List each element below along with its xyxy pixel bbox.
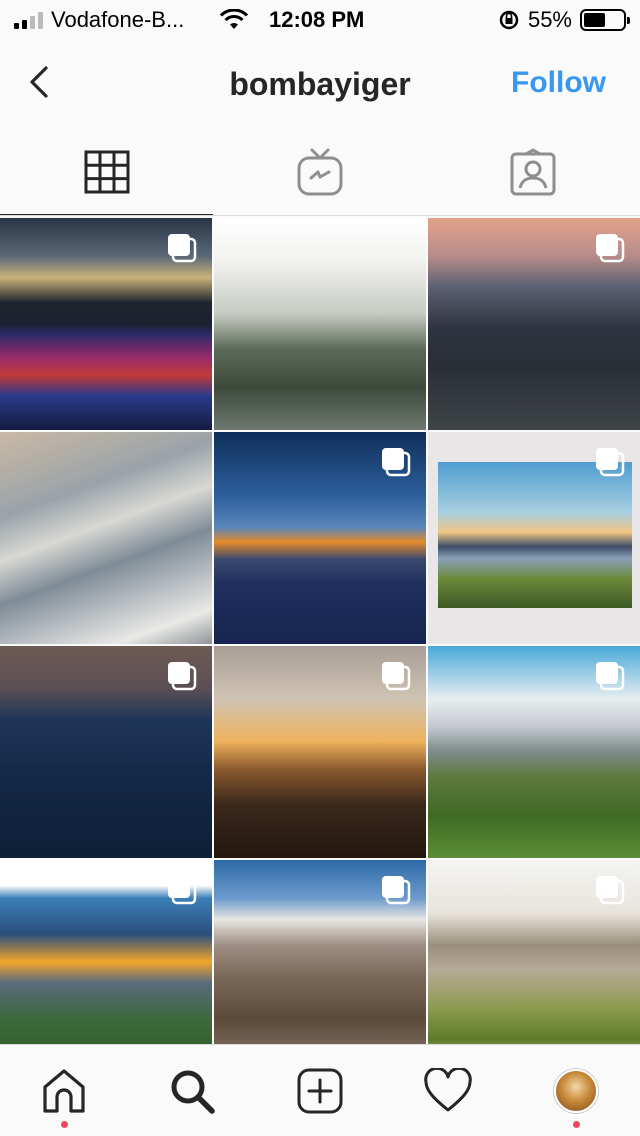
post-thumbnail[interactable] bbox=[214, 432, 426, 644]
multiple-photos-icon bbox=[596, 662, 625, 691]
tab-home[interactable] bbox=[0, 1045, 128, 1136]
post-grid bbox=[0, 218, 640, 1044]
orientation-lock-icon bbox=[499, 10, 519, 30]
profile-avatar bbox=[554, 1068, 598, 1113]
tab-profile[interactable] bbox=[512, 1045, 640, 1136]
post-thumbnail[interactable] bbox=[428, 646, 640, 858]
wifi-icon bbox=[219, 9, 249, 29]
tab-search[interactable] bbox=[128, 1045, 256, 1136]
tab-new-post[interactable] bbox=[256, 1045, 384, 1136]
multiple-photos-icon bbox=[168, 876, 197, 905]
post-thumbnail[interactable] bbox=[0, 646, 212, 858]
bottom-tab-bar bbox=[0, 1044, 640, 1136]
post-thumbnail[interactable] bbox=[0, 218, 212, 430]
grid-icon bbox=[84, 150, 130, 194]
multiple-photos-icon bbox=[596, 448, 625, 477]
post-thumbnail[interactable] bbox=[0, 860, 212, 1044]
multiple-photos-icon bbox=[596, 234, 625, 263]
back-icon[interactable] bbox=[24, 62, 54, 102]
profile-tabs bbox=[0, 128, 640, 216]
post-thumbnail[interactable] bbox=[0, 432, 212, 644]
post-thumbnail[interactable] bbox=[214, 218, 426, 430]
tabs-divider bbox=[0, 215, 640, 216]
battery-percent: 55% bbox=[527, 7, 572, 32]
multiple-photos-icon bbox=[596, 876, 625, 905]
post-thumbnail[interactable] bbox=[214, 860, 426, 1044]
search-icon bbox=[171, 1070, 215, 1114]
multiple-photos-icon bbox=[382, 448, 411, 477]
clock: 12:08 PM bbox=[269, 7, 365, 32]
post-thumbnail[interactable] bbox=[428, 860, 640, 1044]
notification-dot bbox=[573, 1121, 580, 1128]
profile-username: bombayiger bbox=[229, 65, 411, 102]
status-bar: Vodafone-B... 12:08 PM 55% bbox=[0, 0, 640, 40]
multiple-photos-icon bbox=[168, 662, 197, 691]
multiple-photos-icon bbox=[382, 662, 411, 691]
home-icon bbox=[43, 1068, 85, 1113]
multiple-photos-icon bbox=[168, 234, 197, 263]
tab-igtv[interactable] bbox=[213, 128, 426, 216]
nav-bar: bombayiger Follow bbox=[0, 40, 640, 128]
tagged-icon bbox=[510, 148, 556, 196]
new-post-icon bbox=[297, 1068, 343, 1113]
notification-dot bbox=[61, 1121, 68, 1128]
carrier-name: Vodafone-B... bbox=[51, 7, 185, 32]
tab-activity[interactable] bbox=[384, 1045, 512, 1136]
multiple-photos-icon bbox=[382, 876, 411, 905]
battery-icon bbox=[580, 9, 630, 31]
igtv-icon bbox=[297, 148, 343, 196]
tab-grid[interactable] bbox=[0, 128, 214, 216]
post-thumbnail[interactable] bbox=[428, 432, 640, 644]
post-thumbnail[interactable] bbox=[428, 218, 640, 430]
signal-icon bbox=[14, 11, 43, 29]
tab-tagged[interactable] bbox=[427, 128, 640, 216]
post-thumbnail[interactable] bbox=[214, 646, 426, 858]
heart-icon bbox=[424, 1067, 472, 1111]
post-image bbox=[438, 462, 632, 608]
follow-button[interactable]: Follow bbox=[511, 66, 606, 100]
